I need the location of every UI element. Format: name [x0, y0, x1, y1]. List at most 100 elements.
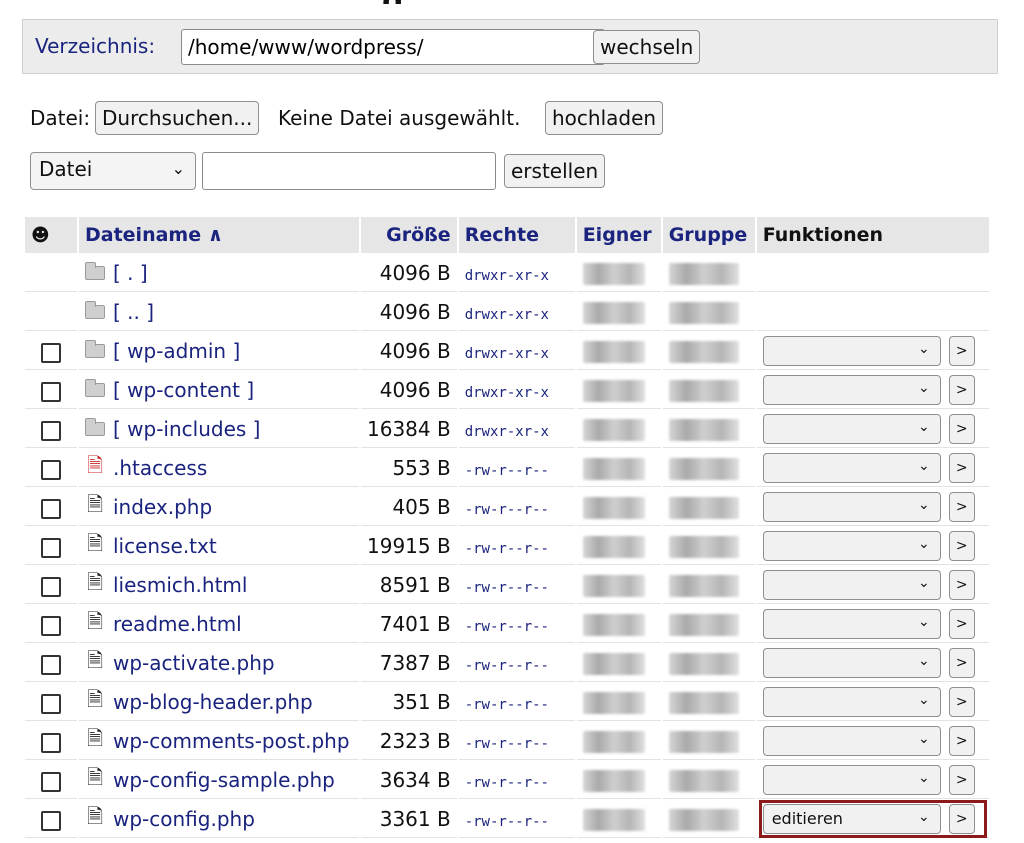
function-select[interactable]: ⌄ — [762, 648, 941, 678]
owner-cell — [576, 294, 661, 331]
function-go-button[interactable]: > — [948, 336, 975, 366]
function-go-button[interactable]: > — [948, 765, 975, 795]
file-name-link[interactable]: .htaccess — [113, 456, 207, 480]
row-checkbox[interactable] — [41, 381, 61, 402]
file-size: 351 B — [361, 684, 457, 721]
function-select[interactable]: ⌄ — [762, 414, 941, 444]
function-go-button[interactable]: > — [948, 726, 975, 756]
row-checkbox[interactable] — [41, 732, 61, 753]
file-rights-link[interactable]: -rw-r--r-- — [465, 658, 549, 674]
function-select[interactable]: editieren ⌄ — [762, 804, 941, 834]
create-button[interactable]: erstellen — [504, 154, 606, 188]
file-name-link[interactable]: [ wp-includes ] — [113, 417, 260, 441]
function-select[interactable]: ⌄ — [762, 687, 941, 717]
row-checkbox[interactable] — [41, 771, 61, 792]
directory-input[interactable] — [181, 29, 605, 65]
file-rights-link[interactable]: drwxr-xr-x — [465, 385, 549, 401]
function-select[interactable]: ⌄ — [762, 375, 941, 405]
file-name-link[interactable]: index.php — [113, 495, 212, 519]
functions-cell: ⌄ > — [756, 684, 989, 721]
function-select[interactable]: ⌄ — [762, 531, 941, 561]
change-directory-button[interactable]: wechseln — [593, 30, 701, 64]
function-go-button[interactable]: > — [948, 648, 975, 678]
file-rights-link[interactable]: -rw-r--r-- — [465, 463, 549, 479]
file-rights-link[interactable]: -rw-r--r-- — [465, 541, 549, 557]
group-redacted — [668, 653, 739, 676]
table-row: 🗎 wp-config-sample.php 3634 B -rw-r--r-- ⌄ > — [25, 762, 989, 799]
file-name-link[interactable]: wp-blog-header.php — [113, 690, 313, 714]
row-checkbox[interactable] — [41, 420, 61, 441]
file-name-link[interactable]: [ . ] — [113, 261, 148, 285]
function-go-button[interactable]: > — [948, 531, 975, 561]
function-controls: ⌄ > — [762, 765, 983, 795]
header-size[interactable]: Größe — [361, 217, 457, 253]
owner-cell — [576, 762, 661, 799]
file-name-link[interactable]: liesmich.html — [113, 573, 247, 597]
function-select[interactable]: ⌄ — [762, 453, 941, 483]
function-go-button[interactable]: > — [948, 804, 975, 834]
checkbox-cell — [25, 411, 77, 448]
rights-cell: -rw-r--r-- — [458, 489, 575, 526]
header-name[interactable]: Dateiname ∧ — [79, 217, 359, 253]
group-cell — [662, 489, 755, 526]
create-type-select[interactable]: Datei ⌄ — [30, 152, 196, 190]
browse-button[interactable]: Durchsuchen... — [95, 101, 260, 135]
function-go-button[interactable]: > — [948, 609, 975, 639]
function-select[interactable]: ⌄ — [762, 765, 941, 795]
table-row: 🗎 liesmich.html 8591 B -rw-r--r-- ⌄ > — [25, 567, 989, 604]
row-checkbox[interactable] — [41, 498, 61, 519]
file-name-link[interactable]: wp-config-sample.php — [113, 768, 335, 792]
header-owner[interactable]: Eigner — [576, 217, 661, 253]
function-go-button[interactable]: > — [948, 375, 975, 405]
name-wrapper: [ wp-content ] — [85, 378, 353, 402]
file-rights-link[interactable]: drwxr-xr-x — [465, 307, 549, 323]
upload-button[interactable]: hochladen — [545, 101, 664, 135]
file-name-link[interactable]: wp-config.php — [113, 807, 255, 831]
group-cell — [662, 411, 755, 448]
function-controls: ⌄ > — [762, 531, 983, 561]
file-icon: 🗎 — [86, 570, 104, 594]
function-go-button[interactable]: > — [948, 453, 975, 483]
row-checkbox[interactable] — [41, 459, 61, 480]
row-checkbox[interactable] — [41, 615, 61, 636]
row-checkbox[interactable] — [41, 342, 61, 363]
row-checkbox[interactable] — [41, 810, 61, 831]
header-rights[interactable]: Rechte — [458, 217, 575, 253]
file-rights-link[interactable]: -rw-r--r-- — [465, 697, 549, 713]
file-rights-link[interactable]: drwxr-xr-x — [465, 268, 549, 284]
functions-cell: ⌄ > — [756, 489, 989, 526]
file-name-link[interactable]: [ .. ] — [113, 300, 154, 324]
file-rights-link[interactable]: -rw-r--r-- — [465, 814, 549, 830]
select-all-icon[interactable]: ☻ — [25, 217, 77, 253]
row-checkbox[interactable] — [41, 693, 61, 714]
file-rights-link[interactable]: drwxr-xr-x — [465, 346, 549, 362]
file-rights-link[interactable]: -rw-r--r-- — [465, 775, 549, 791]
file-name-link[interactable]: readme.html — [113, 612, 242, 636]
row-checkbox[interactable] — [41, 576, 61, 597]
create-name-input[interactable] — [202, 152, 496, 190]
file-rights-link[interactable]: drwxr-xr-x — [465, 424, 549, 440]
file-rights-link[interactable]: -rw-r--r-- — [465, 619, 549, 635]
function-go-button[interactable]: > — [948, 570, 975, 600]
row-checkbox[interactable] — [41, 654, 61, 675]
file-name-link[interactable]: wp-comments-post.php — [113, 729, 350, 753]
function-go-button[interactable]: > — [948, 687, 975, 717]
file-size: 19915 B — [361, 528, 457, 565]
function-go-button[interactable]: > — [948, 414, 975, 444]
header-group[interactable]: Gruppe — [662, 217, 755, 253]
file-name-link[interactable]: [ wp-admin ] — [113, 339, 240, 363]
file-rights-link[interactable]: -rw-r--r-- — [465, 502, 549, 518]
function-select[interactable]: ⌄ — [762, 336, 941, 366]
file-name-link[interactable]: license.txt — [113, 534, 217, 558]
file-name-link[interactable]: wp-activate.php — [113, 651, 275, 675]
function-select[interactable]: ⌄ — [762, 570, 941, 600]
function-select[interactable]: ⌄ — [762, 726, 941, 756]
file-rights-link[interactable]: -rw-r--r-- — [465, 736, 549, 752]
group-cell — [662, 645, 755, 682]
row-checkbox[interactable] — [41, 537, 61, 558]
function-go-button[interactable]: > — [948, 492, 975, 522]
function-select[interactable]: ⌄ — [762, 492, 941, 522]
file-name-link[interactable]: [ wp-content ] — [113, 378, 254, 402]
function-select[interactable]: ⌄ — [762, 609, 941, 639]
file-rights-link[interactable]: -rw-r--r-- — [465, 580, 549, 596]
